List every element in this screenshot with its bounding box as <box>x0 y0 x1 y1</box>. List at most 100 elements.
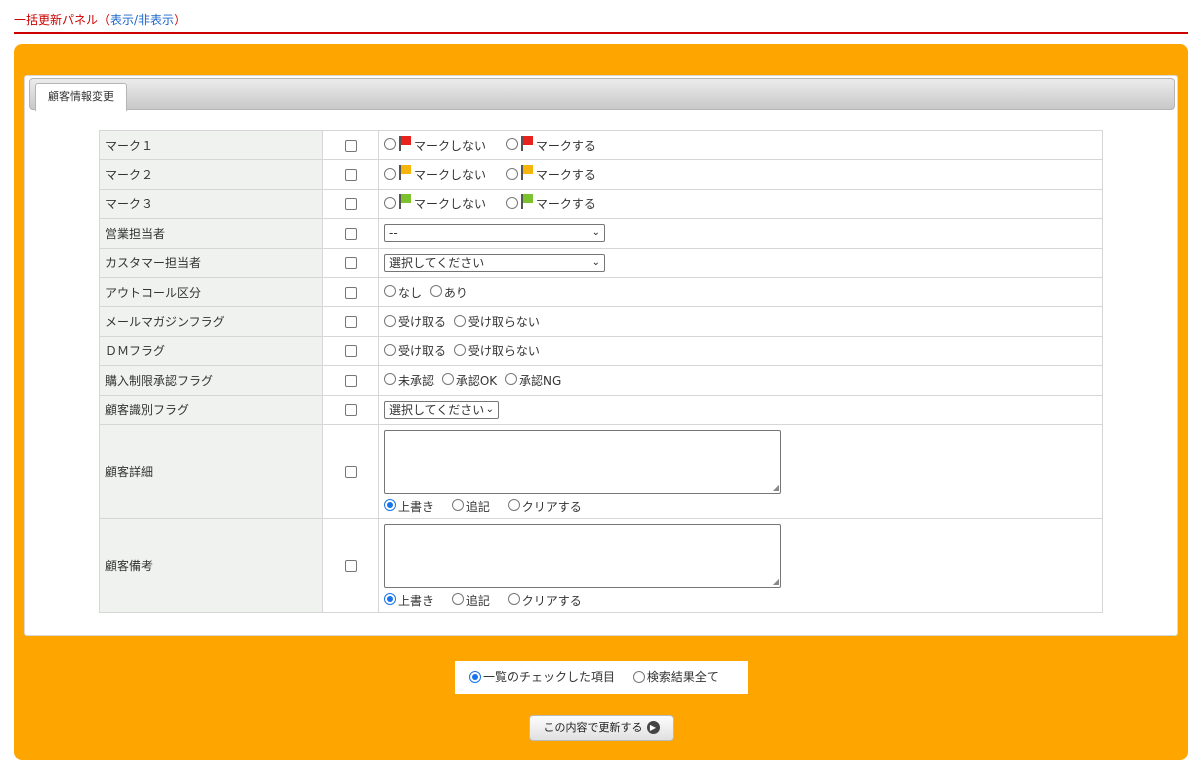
mark2-on-option[interactable]: マークする <box>505 165 596 183</box>
table-row: 営業担当者 -- ⌄ <box>99 218 1103 249</box>
row-label: 顧客備考 <box>99 517 323 613</box>
green-flag-icon <box>520 194 534 210</box>
memo-append-option[interactable]: 追記 <box>451 592 490 609</box>
table-row: 顧客備考 ◢ 上書き 追記 クリアする <box>99 517 1103 613</box>
radio-icon[interactable] <box>505 196 518 209</box>
table-row: アウトコール区分 なし あり <box>99 276 1103 308</box>
table-row: マーク１ マークしない マークする <box>99 129 1103 161</box>
radio-icon[interactable] <box>505 167 518 180</box>
row-label: マーク１ <box>99 129 323 161</box>
dm-reject-option[interactable]: 受け取らない <box>453 342 540 359</box>
enable-memo-checkbox[interactable] <box>344 559 357 572</box>
radio-icon[interactable] <box>441 373 454 386</box>
row-label: アウトコール区分 <box>99 276 323 308</box>
radio-icon[interactable] <box>505 138 518 151</box>
enable-mark3-checkbox[interactable] <box>344 198 357 211</box>
row-label: カスタマー担当者 <box>99 247 323 278</box>
radio-icon[interactable] <box>469 670 481 683</box>
purchase-pending-option[interactable]: 未承認 <box>384 372 434 389</box>
purchase-ok-option[interactable]: 承認OK <box>441 372 497 389</box>
mailmag-receive-option[interactable]: 受け取る <box>384 313 446 330</box>
outcall-none-option[interactable]: なし <box>384 284 422 301</box>
mark1-off-option[interactable]: マークしない <box>384 135 486 154</box>
radio-icon[interactable] <box>384 196 396 209</box>
update-scope-box: 一覧のチェックした項目 検索結果全て <box>455 661 748 694</box>
enable-mailmag-checkbox[interactable] <box>344 316 357 329</box>
enable-purchase-checkbox[interactable] <box>344 374 357 387</box>
detail-clear-option[interactable]: クリアする <box>507 498 582 515</box>
customer-detail-textarea[interactable]: ◢ <box>384 429 781 494</box>
enable-detail-checkbox[interactable] <box>344 465 357 478</box>
identity-flag-select[interactable]: 選択してください ⌄ <box>384 400 499 419</box>
enable-outcall-checkbox[interactable] <box>344 286 357 299</box>
mark3-off-option[interactable]: マークしない <box>384 194 486 212</box>
row-label: マーク３ <box>99 188 323 220</box>
table-row: 購入制限承認フラグ 未承認 承認OK 承認NG <box>99 365 1103 396</box>
green-flag-icon <box>399 194 412 210</box>
red-flag-icon <box>399 135 412 151</box>
row-label: メールマガジンフラグ <box>99 306 323 337</box>
table-row: カスタマー担当者 選択してください ⌄ <box>99 247 1103 278</box>
tab-customer-info-change[interactable]: 顧客情報変更 <box>35 83 127 111</box>
enable-identity-checkbox[interactable] <box>344 404 357 417</box>
radio-icon[interactable] <box>384 499 396 512</box>
enable-dm-checkbox[interactable] <box>344 345 357 358</box>
radio-icon[interactable] <box>451 499 464 512</box>
radio-icon[interactable] <box>384 593 396 606</box>
memo-overwrite-option[interactable]: 上書き <box>384 592 434 609</box>
scope-all-option[interactable]: 検索結果全て <box>632 661 719 694</box>
cs-rep-select[interactable]: 選択してください ⌄ <box>384 253 605 272</box>
customer-memo-textarea[interactable]: ◢ <box>384 523 781 588</box>
radio-icon[interactable] <box>384 167 396 180</box>
bulk-update-panel-header: 一括更新パネル（表示/非表示） <box>14 8 1188 34</box>
outcall-yes-option[interactable]: あり <box>429 284 468 301</box>
detail-overwrite-option[interactable]: 上書き <box>384 498 434 515</box>
arrow-right-icon: ▶ <box>646 720 660 734</box>
radio-icon[interactable] <box>453 343 466 356</box>
bulk-update-panel: 顧客情報変更 マーク１ マークしない マークする マーク２ マークしない マーク… <box>14 44 1188 760</box>
radio-icon[interactable] <box>384 138 396 151</box>
mark1-on-option[interactable]: マークする <box>505 135 596 154</box>
memo-clear-option[interactable]: クリアする <box>507 592 582 609</box>
radio-icon[interactable] <box>453 314 466 327</box>
radio-icon[interactable] <box>384 314 396 327</box>
table-row: マーク３ マークしない マークする <box>99 188 1103 220</box>
tab-bar: 顧客情報変更 <box>29 78 1175 111</box>
radio-icon[interactable] <box>507 499 520 512</box>
mark2-off-option[interactable]: マークしない <box>384 165 486 183</box>
radio-icon[interactable] <box>384 285 396 298</box>
table-row: マーク２ マークしない マークする <box>99 159 1103 190</box>
table-row: 顧客詳細 ◢ 上書き 追記 クリアする <box>99 423 1103 519</box>
toggle-display-link[interactable]: 表示/非表示 <box>110 13 174 27</box>
detail-append-option[interactable]: 追記 <box>451 498 490 515</box>
yellow-flag-icon <box>520 165 534 181</box>
radio-icon[interactable] <box>505 373 517 386</box>
enable-cs-rep-checkbox[interactable] <box>344 257 357 270</box>
radio-icon[interactable] <box>429 285 442 298</box>
radio-icon[interactable] <box>384 343 396 356</box>
row-label: 顧客詳細 <box>99 423 323 519</box>
chevron-down-icon: ⌄ <box>485 403 494 415</box>
dm-receive-option[interactable]: 受け取る <box>384 342 446 359</box>
mark3-on-option[interactable]: マークする <box>505 194 596 212</box>
enable-mark1-checkbox[interactable] <box>344 139 357 152</box>
enable-mark2-checkbox[interactable] <box>344 169 357 182</box>
row-label: マーク２ <box>99 159 323 190</box>
row-label: 購入制限承認フラグ <box>99 365 323 396</box>
panel-title: 一括更新パネル（表示/非表示） <box>14 13 187 27</box>
scope-checked-option[interactable]: 一覧のチェックした項目 <box>469 661 615 694</box>
row-label: 顧客識別フラグ <box>99 394 323 425</box>
radio-icon[interactable] <box>632 670 645 683</box>
radio-icon[interactable] <box>384 373 396 386</box>
update-form-table: マーク１ マークしない マークする マーク２ マークしない マークする マーク３ <box>99 129 1103 613</box>
sales-rep-select[interactable]: -- ⌄ <box>384 224 605 243</box>
mailmag-reject-option[interactable]: 受け取らない <box>453 313 540 330</box>
radio-icon[interactable] <box>451 593 464 606</box>
resize-handle-icon[interactable]: ◢ <box>773 577 779 586</box>
update-submit-button[interactable]: この内容で更新する ▶ <box>529 715 674 741</box>
radio-icon[interactable] <box>507 593 520 606</box>
tab-content-box: 顧客情報変更 マーク１ マークしない マークする マーク２ マークしない マーク… <box>24 75 1178 636</box>
purchase-ng-option[interactable]: 承認NG <box>505 372 561 389</box>
resize-handle-icon[interactable]: ◢ <box>773 483 779 492</box>
enable-sales-rep-checkbox[interactable] <box>344 227 357 240</box>
